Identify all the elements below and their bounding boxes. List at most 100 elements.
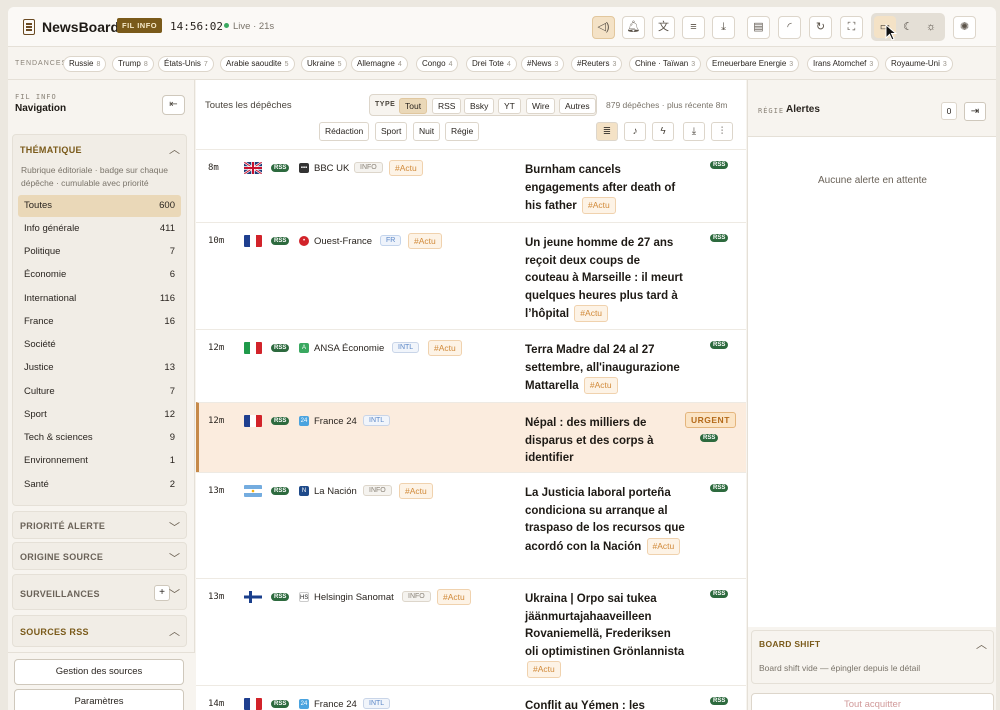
sun-icon[interactable]: ☼: [920, 16, 942, 38]
row-source[interactable]: France 24: [314, 416, 357, 427]
acknowledge-all-button[interactable]: Tout acquitter: [751, 693, 994, 710]
refresh-icon[interactable]: ↻: [809, 16, 832, 39]
theme-item-justice[interactable]: Justice 13: [18, 357, 181, 379]
row-tag[interactable]: #Actu: [437, 589, 471, 605]
chevron-down-icon[interactable]: ﹀: [169, 586, 180, 602]
origine-source-section[interactable]: ORIGINE SOURCE ﹀: [12, 542, 187, 570]
menu-icon[interactable]: ≡: [682, 16, 705, 39]
trend-chip[interactable]: Irans Atomchef 3: [807, 56, 880, 72]
row-tag[interactable]: #Actu: [389, 160, 423, 176]
row-title[interactable]: Terra Madre dal 24 al 27 settembre, all'…: [525, 342, 685, 396]
download-icon[interactable]: ⤓: [683, 122, 705, 141]
row-source[interactable]: La Nación: [314, 486, 357, 497]
row-inline-tag[interactable]: #Actu: [583, 377, 618, 394]
theme-item-sport[interactable]: Sport 12: [18, 404, 181, 426]
settings-button[interactable]: Paramètres: [14, 689, 184, 710]
download-icon[interactable]: ⤓: [712, 16, 735, 39]
translate-icon[interactable]: 文: [652, 16, 675, 39]
fullscreen-icon[interactable]: ⛶: [840, 16, 863, 39]
row-tag[interactable]: #Actu: [399, 483, 433, 499]
origine-source-header[interactable]: ORIGINE SOURCE: [20, 552, 103, 562]
cat-redaction-button[interactable]: Rédaction: [319, 122, 370, 141]
row-inline-tag[interactable]: #Actu: [646, 537, 681, 555]
collapse-sidebar-icon[interactable]: ⇤: [162, 95, 185, 115]
trend-chip[interactable]: Trump 8: [112, 56, 154, 72]
dispatch-row[interactable]: 10m RSS • Ouest-France FR #Actu Un jeune…: [196, 222, 746, 329]
row-source[interactable]: ANSA Économie: [314, 343, 384, 354]
row-source[interactable]: Helsingin Sanomat: [314, 592, 394, 603]
theme-item-france[interactable]: France 16: [18, 311, 181, 333]
trend-chip[interactable]: Ukraine 5: [301, 56, 348, 72]
dispatch-row-urgent[interactable]: 12m RSS 24 France 24 INTL Népal : des mi…: [196, 402, 746, 472]
list-view-icon[interactable]: ≣: [596, 122, 618, 141]
row-title[interactable]: La Justicia laboral porteña condiciona s…: [525, 485, 685, 556]
type-yt-button[interactable]: YT: [498, 98, 521, 114]
cat-sport-button[interactable]: Sport: [375, 122, 408, 141]
trend-chip[interactable]: #Reuters 3: [571, 56, 623, 72]
row-title[interactable]: Un jeune homme de 27 ans reçoit deux cou…: [525, 235, 685, 324]
moon-icon[interactable]: ☾: [897, 16, 919, 38]
trend-chip[interactable]: États-Unis 7: [158, 56, 214, 72]
type-bsky-button[interactable]: Bsky: [464, 98, 495, 114]
row-title[interactable]: Conflit au Yémen : les: [525, 698, 685, 710]
thematique-header[interactable]: THÉMATIQUE: [20, 145, 82, 155]
dispatch-row[interactable]: 12m RSS A ANSA Économie INTL #Actu Terra…: [196, 329, 746, 402]
theme-item-societe[interactable]: Société: [18, 334, 181, 356]
row-title[interactable]: Burnham cancels engagements after death …: [525, 162, 685, 216]
document-icon[interactable]: ▤: [747, 16, 770, 39]
chevron-down-icon[interactable]: ﹀: [169, 550, 180, 566]
trend-chip[interactable]: Erneuerbare Energie 3: [706, 56, 800, 72]
route-icon[interactable]: ϟ: [652, 122, 674, 141]
row-source[interactable]: France 24: [314, 699, 357, 710]
theme-item-culture[interactable]: Culture 7: [18, 381, 181, 403]
row-inline-tag[interactable]: #Actu: [527, 661, 561, 678]
chevron-up-icon[interactable]: ︿: [169, 623, 180, 639]
trend-chip[interactable]: Drei Tote 4: [466, 56, 517, 72]
chevron-down-icon[interactable]: ﹀: [169, 519, 180, 535]
chevron-up-icon[interactable]: ︿: [169, 141, 180, 157]
row-source[interactable]: Ouest-France: [314, 236, 372, 247]
theme-item-economie[interactable]: Économie 6: [18, 264, 181, 286]
collapse-panel-icon[interactable]: ⇥: [964, 102, 986, 121]
sound-icon[interactable]: ◁): [592, 16, 615, 39]
add-watch-button[interactable]: +: [154, 585, 170, 601]
chevron-up-icon[interactable]: ︿: [976, 636, 987, 652]
trend-chip[interactable]: Chine · Taïwan 3: [629, 56, 702, 72]
theme-item-toutes[interactable]: Toutes 600: [18, 195, 181, 217]
trend-chip[interactable]: Royaume-Uni 3: [885, 56, 953, 72]
row-source[interactable]: BBC UK: [314, 163, 349, 174]
row-inline-tag[interactable]: #Actu: [574, 305, 609, 322]
type-rss-button[interactable]: RSS: [432, 98, 462, 114]
surveillances-section[interactable]: SURVEILLANCES + ﹀: [12, 574, 187, 610]
sliders-icon[interactable]: ⫶: [711, 122, 733, 141]
bell-icon[interactable]: 🔔︎: [622, 16, 645, 39]
row-inline-tag[interactable]: #Actu: [581, 197, 616, 214]
trend-chip[interactable]: Congo 4: [416, 56, 459, 72]
trend-chip[interactable]: #News 3: [521, 56, 565, 72]
theme-item-environnement[interactable]: Environnement 1: [18, 450, 181, 472]
surveillances-header[interactable]: SURVEILLANCES: [20, 589, 100, 599]
theme-item-tech-sciences[interactable]: Tech & sciences 9: [18, 427, 181, 449]
sources-rss-section[interactable]: SOURCES RSS ︿: [12, 615, 187, 647]
cat-regie-button[interactable]: Régie: [445, 122, 480, 141]
trend-chip[interactable]: Allemagne 4: [351, 56, 408, 72]
board-shift-title[interactable]: BOARD SHIFT: [759, 639, 820, 649]
row-tag[interactable]: #Actu: [408, 233, 442, 249]
trend-chip[interactable]: Arabie saoudite 5: [220, 56, 295, 72]
trend-chip[interactable]: Russie 8: [63, 56, 107, 72]
manage-sources-button[interactable]: Gestion des sources: [14, 659, 184, 685]
priorite-alerte-section[interactable]: PRIORITÉ ALERTE ﹀: [12, 511, 187, 539]
row-tag[interactable]: #Actu: [428, 340, 462, 356]
row-title[interactable]: Ukraina | Orpo sai tukea jäänmurtajahaav…: [525, 591, 685, 680]
dispatch-row[interactable]: 13m RSS HS Helsingin Sanomat INFO #Actu …: [196, 578, 746, 685]
bell-icon[interactable]: ♪: [624, 122, 646, 141]
theme-item-info-generale[interactable]: Info générale 411: [18, 218, 181, 240]
cat-nuit-button[interactable]: Nuit: [413, 122, 441, 141]
type-autres-button[interactable]: Autres: [559, 98, 596, 114]
dispatch-row[interactable]: 8m RSS ▪▪▪ BBC UK INFO #Actu Burnham can…: [196, 149, 746, 222]
rss-icon[interactable]: ◜: [778, 16, 801, 39]
priorite-alerte-header[interactable]: PRIORITÉ ALERTE: [20, 521, 105, 531]
type-wire-button[interactable]: Wire: [526, 98, 556, 114]
dispatch-row[interactable]: 14m RSS 24 France 24 INTL Conflit au Yém…: [196, 685, 746, 710]
row-title[interactable]: Népal : des milliers de disparus et des …: [525, 415, 685, 468]
